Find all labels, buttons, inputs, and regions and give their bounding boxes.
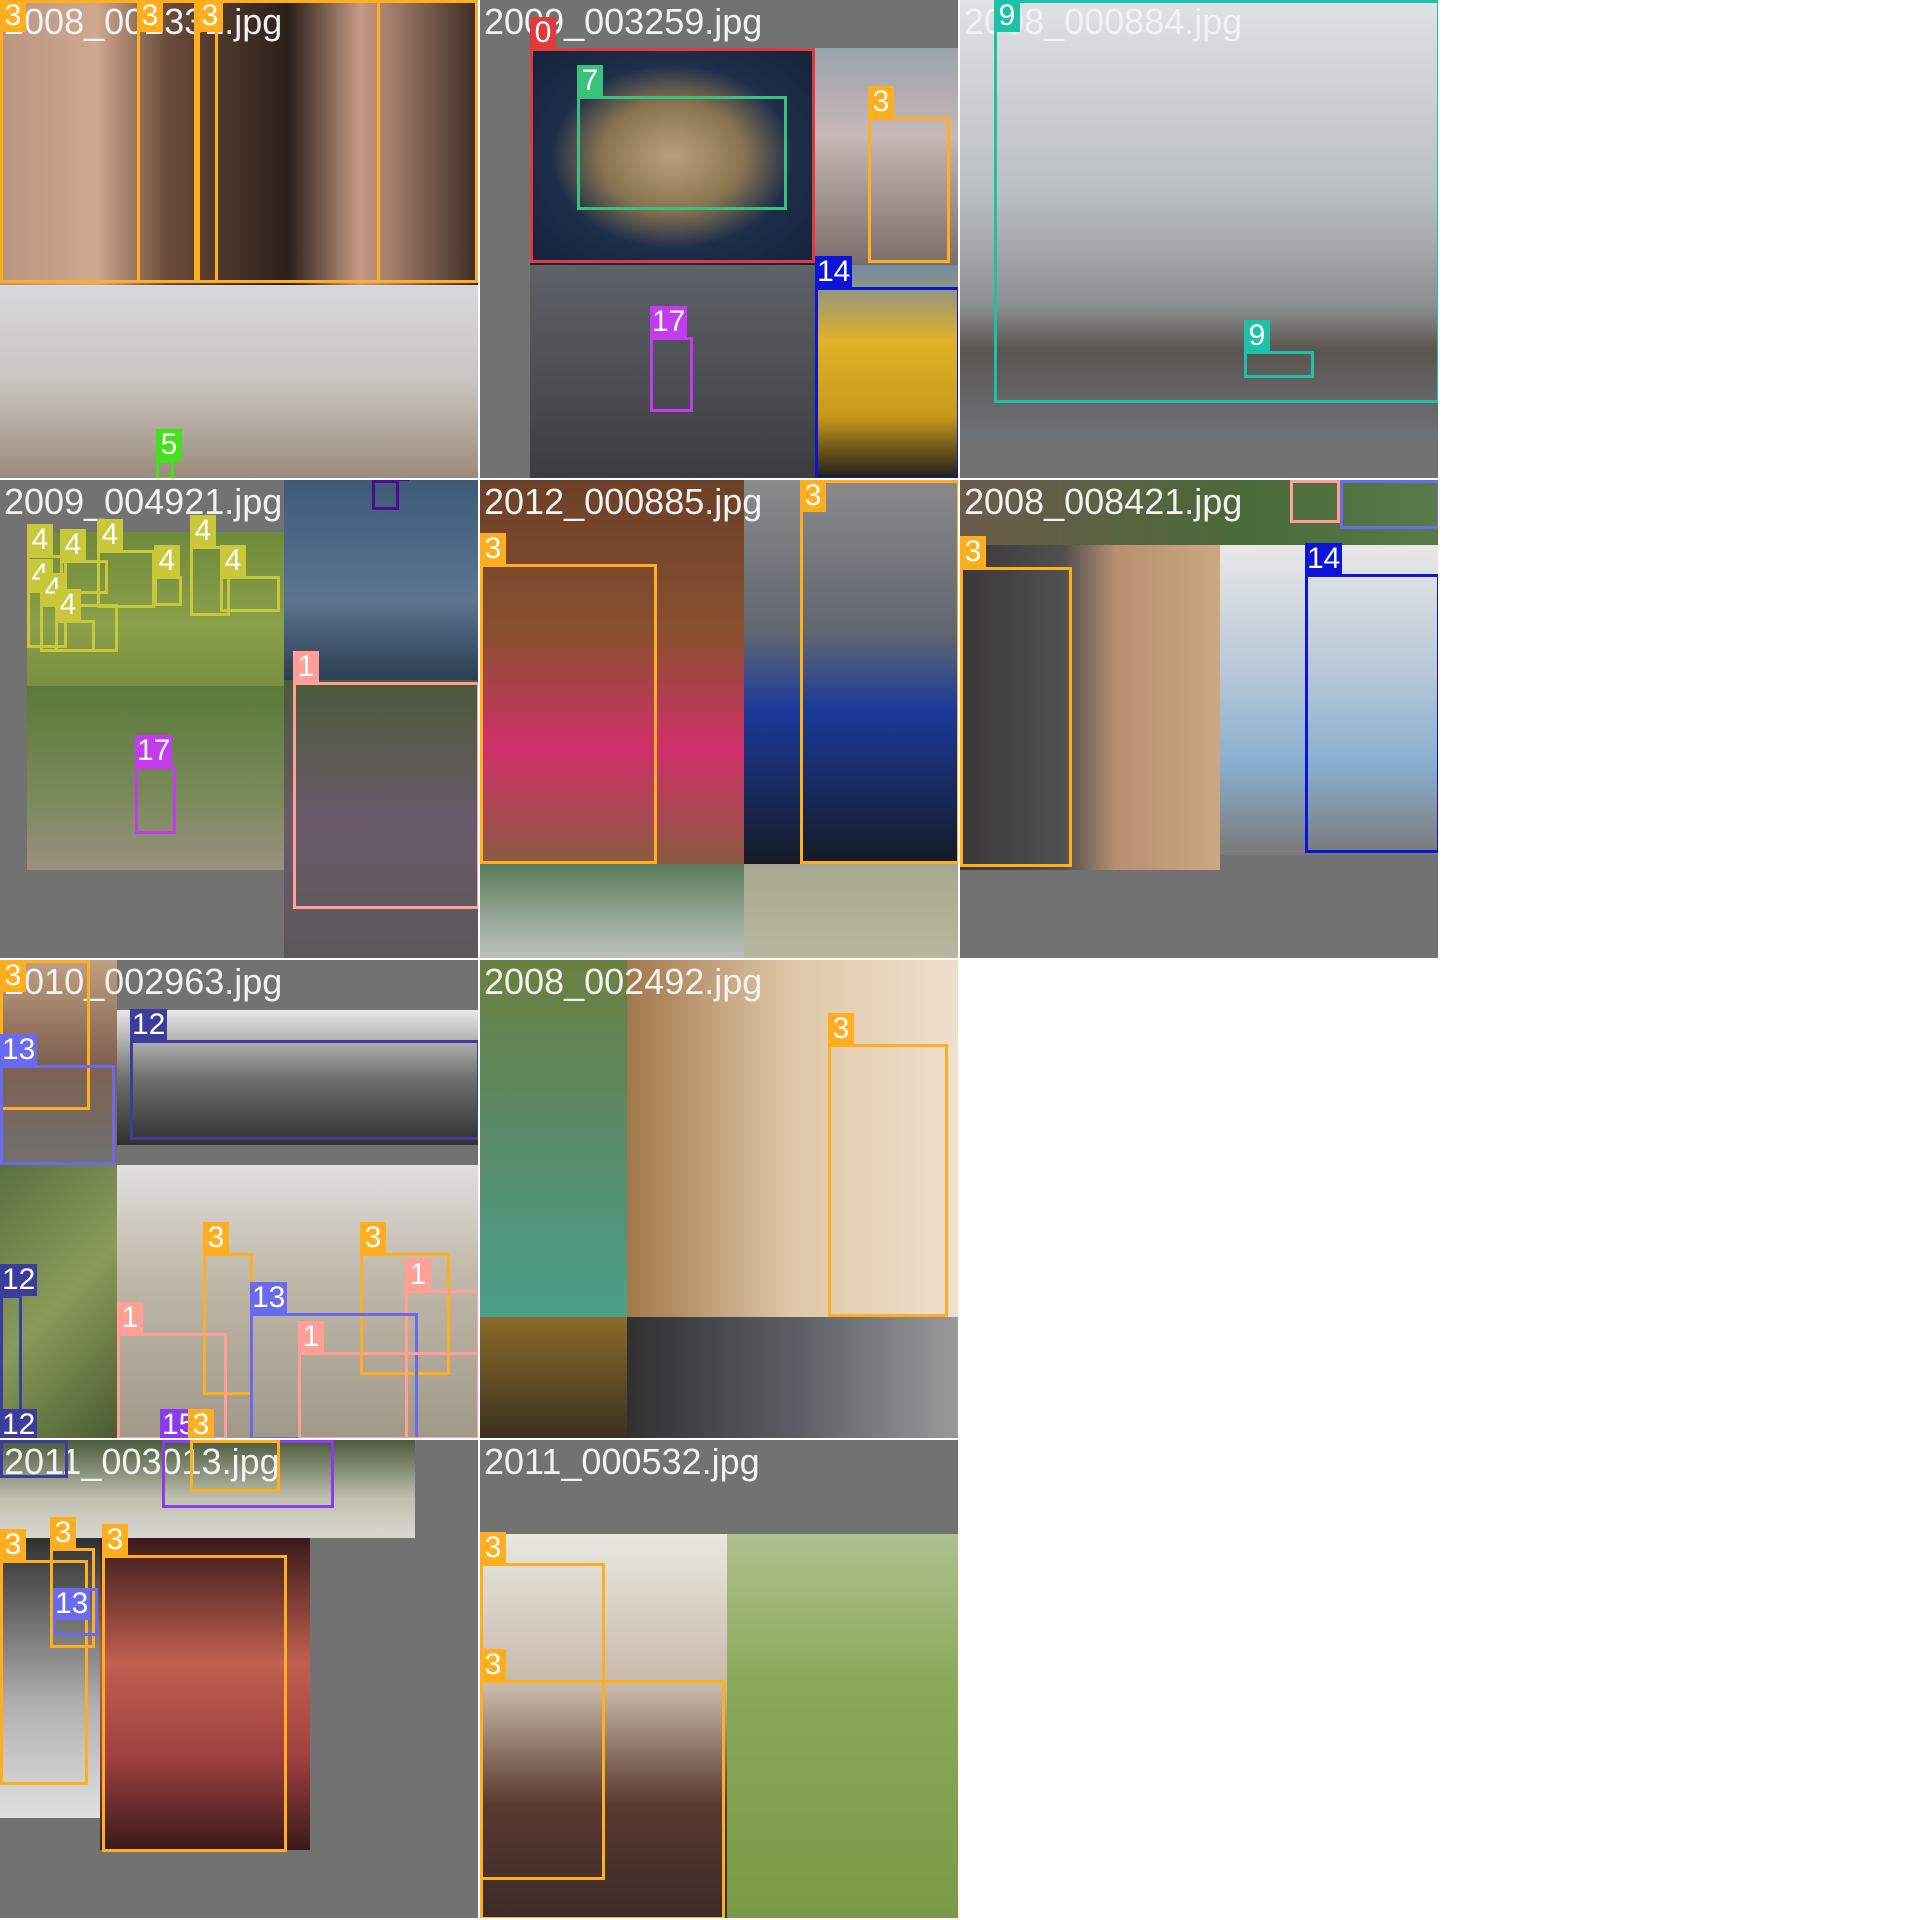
bbox-class-9: 9	[994, 0, 1438, 403]
image-filename: 2009_003259.jpg	[484, 1, 763, 42]
mosaic-tile-3: 2008_000884.jpg 9 9	[960, 0, 1440, 480]
mosaic-tile-4: 2009_004921.jpg 4 4 4 4 4 4 4 4 4 17 1 1…	[0, 480, 480, 960]
image-filename: 2008_008421.jpg	[964, 481, 1243, 522]
bbox-class-1: 1	[1290, 480, 1340, 523]
mosaic-tile-7: 2010_002963.jpg 3 13 12 12 3 3 1 1 13 1 …	[0, 960, 480, 1440]
photo-pond	[480, 960, 627, 1317]
bbox-class-1: 1	[298, 1321, 478, 1438]
photo-interior-shelves	[0, 285, 478, 478]
mosaic-tile-5: 2012_000885.jpg 3 3	[480, 480, 960, 960]
mosaic-tile-9: 2011_003013.jpg 3 3 3 13	[0, 1440, 480, 1920]
photo-street-trees	[480, 864, 744, 958]
bbox-class-3: 3	[137, 0, 197, 283]
image-filename: 2011_000532.jpg	[484, 1441, 760, 1482]
bbox-class-16: 16	[372, 480, 410, 510]
bbox-class-3	[377, 0, 478, 283]
bbox-class-12: 12	[130, 1009, 478, 1140]
bbox-class-12	[0, 1440, 68, 1478]
bbox-class-3: 3	[868, 86, 950, 263]
mosaic-tile-8: 2008_002492.jpg 3	[480, 960, 960, 1440]
bbox-class-3: 3	[828, 1013, 948, 1317]
bbox-class-14: 14	[1305, 543, 1438, 853]
bbox-class-3: 3	[480, 1649, 725, 1918]
photo-tile-wall	[744, 864, 958, 958]
image-filename: 2009_004921.jpg	[4, 481, 283, 522]
bbox-class-3: 3	[800, 480, 958, 864]
bbox-class-7: 7	[577, 65, 787, 210]
bbox-class-9: 9	[1244, 320, 1314, 378]
bbox-class-3: 3	[102, 1524, 287, 1852]
photo-vase	[627, 1317, 958, 1438]
bbox-class-3: 3	[960, 536, 1072, 867]
bbox-class-5: 5	[156, 429, 182, 478]
mosaic-tile-10: 2011_000532.jpg 3 3	[480, 1440, 960, 1920]
bbox-class-17: 17	[650, 306, 693, 412]
bbox-class-13: 13	[53, 1588, 98, 1636]
bbox-class-4: 4	[55, 589, 95, 652]
bbox-class-4: 4	[97, 519, 155, 608]
bbox-class-14: 14	[815, 256, 958, 478]
bbox-class-13: 13	[0, 1034, 115, 1165]
mosaic-tile-2: 2009_003259.jpg 0 7 3 14 17	[480, 0, 960, 480]
bbox-class-3: 3	[480, 533, 657, 864]
photo-dandelion-meadow	[727, 1534, 958, 1918]
bbox-class-1: 1	[293, 651, 478, 909]
bbox-class-4: 4	[220, 545, 280, 612]
bbox-class-3: 3	[197, 0, 223, 283]
bbox-class-17: 17	[135, 735, 176, 834]
bbox-class-13: 13	[1340, 480, 1438, 529]
mosaic-tile-6: 2008_008421.jpg 3 14 1 13	[960, 480, 1440, 960]
mosaic-tile-1: 2008_002331.jpg 3 3 3 5	[0, 0, 480, 480]
bbox-class-3	[190, 1440, 280, 1492]
bbox-class-4: 4	[154, 545, 182, 606]
photo-bookshelf-dark	[480, 1317, 627, 1438]
image-filename: 2008_002492.jpg	[484, 961, 763, 1002]
image-filename: 2012_000885.jpg	[484, 481, 763, 522]
